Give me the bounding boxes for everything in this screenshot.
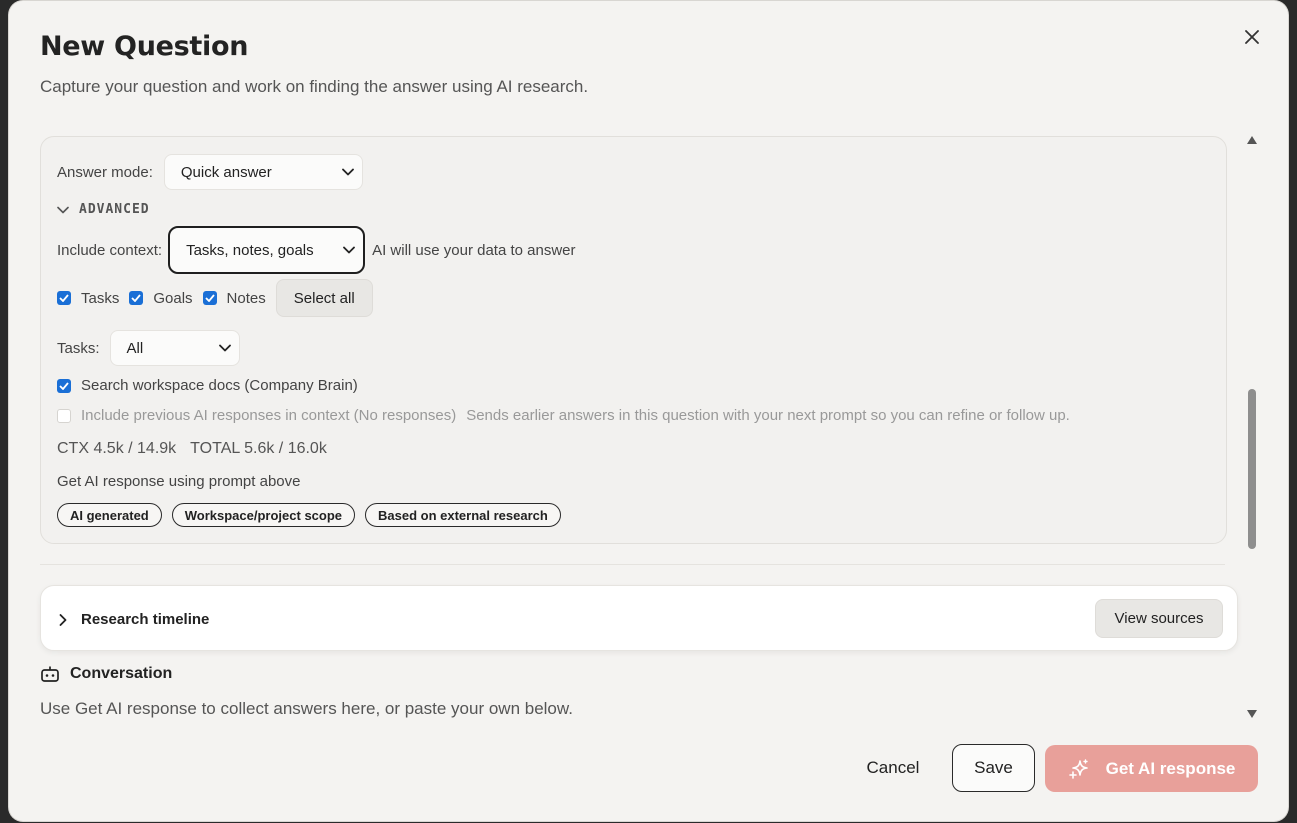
select-all-button[interactable]: Select all xyxy=(275,279,373,317)
check-icon xyxy=(59,294,69,302)
include-context-select[interactable]: Tasks, notes, goals xyxy=(168,226,366,274)
tasks-filter-row: Tasks: All xyxy=(57,330,240,366)
search-docs-label: Search workspace docs (Company Brain) xyxy=(81,377,358,394)
conversation-header: Conversation xyxy=(40,665,172,683)
total-stat: TOTAL 5.6k / 16.0k xyxy=(190,440,327,457)
scrollbar-thumb[interactable] xyxy=(1248,389,1256,549)
chip-ai-generated[interactable]: AI generated xyxy=(57,503,162,527)
scroll-up-icon[interactable] xyxy=(1246,135,1258,145)
token-stats-row: CTX 4.5k / 14.9k TOTAL 5.6k / 16.0k xyxy=(57,440,327,458)
research-timeline-toggle[interactable]: Research timeline xyxy=(59,611,209,628)
notes-checkbox-label: Notes xyxy=(226,289,266,307)
tasks-checkbox[interactable] xyxy=(57,291,71,305)
save-button[interactable]: Save xyxy=(952,744,1035,792)
close-icon[interactable] xyxy=(1242,27,1262,47)
answer-mode-row: Answer mode: Quick answer xyxy=(57,154,363,190)
robot-icon xyxy=(41,666,59,682)
scrollbar[interactable] xyxy=(1243,131,1261,726)
notes-checkbox[interactable] xyxy=(202,291,217,305)
chevron-down-icon xyxy=(343,246,355,254)
chip-workspace-scope[interactable]: Workspace/project scope xyxy=(171,503,356,527)
chevron-down-icon xyxy=(218,344,231,352)
tasks-filter-value: All xyxy=(126,339,144,357)
include-context-label: Include context: xyxy=(57,241,163,259)
sparkles-icon xyxy=(1068,758,1088,779)
context-types-row: Tasks Goals Notes Select all xyxy=(57,279,373,317)
tasks-filter-label: Tasks: xyxy=(57,339,100,357)
tasks-checkbox-label: Tasks xyxy=(81,289,120,307)
cancel-button[interactable]: Cancel xyxy=(843,745,943,791)
include-context-row: Include context: Tasks, notes, goals AI … xyxy=(57,226,576,274)
prompt-hint-row: Get AI response using prompt above xyxy=(57,473,300,490)
get-ai-response-label: Get AI response xyxy=(1105,758,1236,778)
section-divider xyxy=(40,564,1225,565)
answer-mode-select[interactable]: Quick answer xyxy=(163,154,363,190)
answer-mode-value: Quick answer xyxy=(180,163,272,181)
check-icon xyxy=(204,294,215,302)
chip-external-research[interactable]: Based on external research xyxy=(365,503,561,527)
settings-card: Answer mode: Quick answer ADVANCED Inclu… xyxy=(40,136,1227,544)
get-ai-response-button[interactable]: Get AI response xyxy=(1045,745,1258,792)
goals-checkbox-label: Goals xyxy=(153,289,193,307)
include-prev-checkbox[interactable] xyxy=(57,408,71,423)
advanced-toggle[interactable]: ADVANCED xyxy=(57,202,150,217)
include-context-value: Tasks, notes, goals xyxy=(186,241,314,259)
view-sources-button[interactable]: View sources xyxy=(1095,599,1223,638)
chevron-down-icon xyxy=(57,206,69,213)
research-timeline-label: Research timeline xyxy=(81,611,210,628)
chevron-down-icon xyxy=(341,168,354,176)
prompt-hint: Get AI response using prompt above xyxy=(57,473,301,490)
answer-mode-label: Answer mode: xyxy=(57,163,153,181)
dialog-title: New Question xyxy=(40,31,249,62)
chevron-right-icon xyxy=(59,613,67,626)
advanced-label: ADVANCED xyxy=(79,202,150,217)
include-prev-label: Include previous AI responses in context… xyxy=(81,407,457,424)
check-icon xyxy=(59,381,69,390)
conversation-description: Use Get AI response to collect answers h… xyxy=(40,699,573,718)
research-timeline-panel[interactable]: Research timeline View sources xyxy=(40,585,1238,651)
ctx-stat: CTX 4.5k / 14.9k xyxy=(57,440,177,457)
include-prev-hint: Sends earlier answers in this question w… xyxy=(466,407,1070,424)
conversation-title: Conversation xyxy=(70,665,173,682)
check-icon xyxy=(131,294,142,302)
dialog-body[interactable]: Answer mode: Quick answer ADVANCED Inclu… xyxy=(9,121,1288,721)
goals-checkbox[interactable] xyxy=(129,291,144,305)
search-docs-row: Search workspace docs (Company Brain) xyxy=(57,377,368,394)
new-question-dialog: New Question Capture your question and w… xyxy=(9,1,1288,821)
source-chips: AI generated Workspace/project scope Bas… xyxy=(57,503,571,527)
include-context-hint: AI will use your data to answer xyxy=(372,241,576,259)
search-docs-checkbox[interactable] xyxy=(57,378,71,393)
scroll-down-icon[interactable] xyxy=(1246,709,1258,719)
tasks-filter-select[interactable]: All xyxy=(109,330,240,366)
dialog-subtitle: Capture your question and work on findin… xyxy=(40,77,589,96)
include-prev-row: Include previous AI responses in context… xyxy=(57,407,1070,424)
